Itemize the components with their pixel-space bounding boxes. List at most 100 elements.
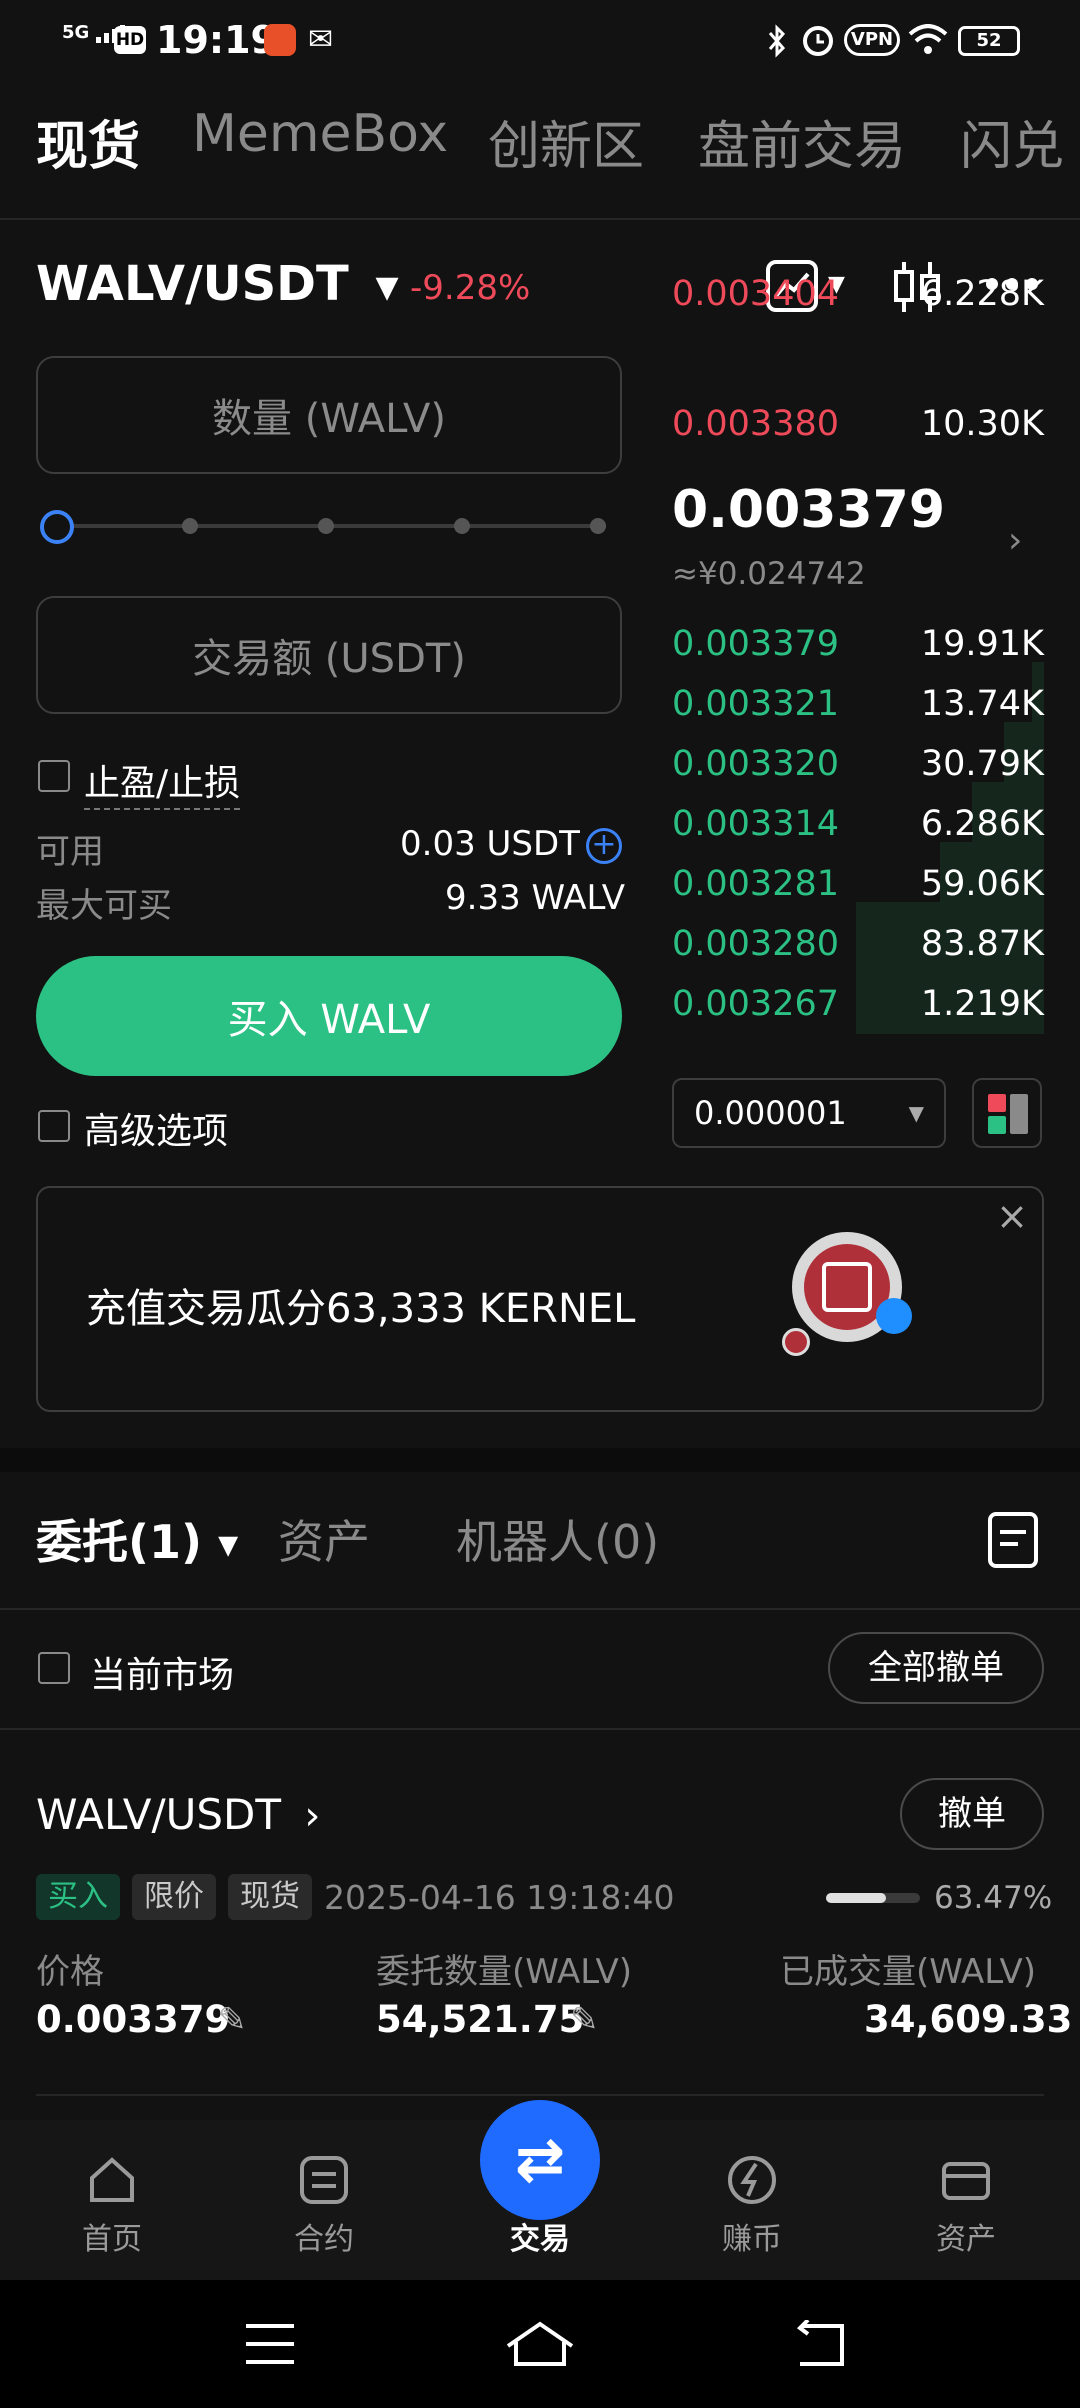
order-price-value: 0.003379 — [36, 1998, 231, 2041]
nav-earn[interactable]: 赚币 — [682, 2152, 822, 2258]
clock: 19:19 — [156, 18, 277, 62]
nav-home[interactable]: 首页 — [42, 2152, 182, 2258]
tab-assets[interactable]: 资产 — [278, 1506, 370, 1572]
tab-orders[interactable]: 委托(1) ▼ — [36, 1506, 238, 1572]
mail-notification-icon: ✉ — [308, 22, 334, 57]
bid-price: 0.003280 — [672, 924, 840, 964]
tab-orders-label: 委托(1) — [36, 1515, 203, 1569]
bid-qty: 1.219K — [920, 984, 1044, 1024]
bid-price: 0.003267 — [672, 984, 840, 1024]
ask-row[interactable]: 0.003380 10.30K — [672, 394, 1044, 454]
max-buy-label: 最大可买 — [36, 886, 172, 926]
ask-qty: 10.30K — [920, 404, 1044, 444]
bid-qty: 30.79K — [920, 744, 1044, 784]
slider-step-100[interactable] — [590, 518, 606, 534]
wifi-icon — [908, 24, 948, 54]
slider-step-25[interactable] — [182, 518, 198, 534]
order-pair-link[interactable]: WALV/USDT › — [36, 1790, 320, 1839]
edit-qty-icon[interactable]: ✎ — [570, 2000, 599, 2040]
hd-badge: HD — [114, 26, 146, 54]
tab-premarket[interactable]: 盘前交易 — [698, 104, 906, 179]
edit-price-icon[interactable]: ✎ — [218, 2000, 247, 2040]
cancel-order-button[interactable]: 撤单 — [900, 1778, 1044, 1850]
slider-step-50[interactable] — [318, 518, 334, 534]
alarm-icon — [803, 26, 833, 56]
bid-qty: 19.91K — [920, 624, 1044, 664]
nav-assets-label: 资产 — [936, 2222, 996, 2257]
bid-price: 0.003320 — [672, 744, 840, 784]
nav-futures[interactable]: 合约 — [254, 2152, 394, 2258]
tab-innovation[interactable]: 创新区 — [488, 104, 644, 179]
pair-selector[interactable]: WALV/USDT ▼ — [36, 256, 399, 312]
precision-select[interactable]: 0.000001 ▼ — [672, 1078, 946, 1148]
bid-row[interactable]: 0.003320 30.79K — [672, 734, 1044, 794]
max-buy-value: 9.33 WALV — [445, 878, 625, 918]
bid-row[interactable]: 0.003281 59.06K — [672, 854, 1044, 914]
bid-row[interactable]: 0.003321 13.74K — [672, 674, 1044, 734]
bid-price: 0.003314 — [672, 804, 840, 844]
layout-icon-gray — [1010, 1094, 1028, 1134]
tab-memebox[interactable]: MemeBox — [192, 104, 448, 164]
back-icon[interactable] — [792, 2320, 848, 2368]
tab-spot[interactable]: 现货 — [36, 104, 140, 179]
close-icon[interactable]: × — [996, 1194, 1028, 1238]
quantity-placeholder: 数量 (WALV) — [212, 396, 446, 442]
promo-banner[interactable]: 充值交易瓜分63,333 KERNEL × — [36, 1186, 1044, 1412]
available-value: 0.03 USDT — [400, 824, 580, 864]
status-bar: 5G HD 19:19 ✉ VPN 52 — [0, 0, 1080, 80]
tp-sl-label[interactable]: 止盈/止损 — [84, 754, 241, 810]
home-gesture-icon[interactable] — [504, 2320, 576, 2368]
tab-convert[interactable]: 闪兑 — [960, 104, 1064, 179]
nav-assets[interactable]: 资产 — [896, 2152, 1036, 2258]
chevron-right-icon[interactable]: › — [1008, 520, 1022, 561]
quantity-input[interactable]: 数量 (WALV) — [36, 356, 622, 474]
divider — [0, 1728, 1080, 1730]
nav-trade-label: 交易 — [510, 2222, 570, 2257]
qty-label: 委托数量(WALV) — [376, 1952, 633, 1992]
last-price[interactable]: 0.003379 — [672, 480, 945, 540]
ask-price: 0.003380 — [672, 404, 840, 444]
menu-icon[interactable] — [244, 2322, 296, 2366]
nav-earn-label: 赚币 — [722, 2222, 782, 2257]
slider-step-75[interactable] — [454, 518, 470, 534]
ask-row[interactable]: 0.003404 6.228K — [672, 264, 1044, 324]
kernel-mascot-image — [782, 1226, 912, 1358]
buy-button[interactable]: 买入 WALV — [36, 956, 622, 1076]
cancel-all-button[interactable]: 全部撤单 — [828, 1632, 1044, 1704]
order-qty-value: 54,521.75 — [376, 1998, 585, 2041]
layout-icon-red — [988, 1094, 1006, 1112]
layout-icon-green — [988, 1116, 1006, 1134]
nav-trade[interactable]: ⇄ 交易 — [470, 2100, 610, 2258]
amount-input[interactable]: 交易额 (USDT) — [36, 596, 622, 714]
precision-value: 0.000001 — [694, 1094, 847, 1132]
deposit-plus-icon[interactable]: + — [586, 828, 622, 864]
divider — [0, 1608, 1080, 1610]
chevron-down-icon: ▼ — [375, 269, 399, 305]
advanced-options-label[interactable]: 高级选项 — [84, 1102, 228, 1154]
bid-row[interactable]: 0.003314 6.286K — [672, 794, 1044, 854]
current-market-label[interactable]: 当前市场 — [90, 1646, 234, 1698]
amount-slider[interactable] — [36, 508, 616, 544]
order-time: 2025-04-16 19:18:40 — [324, 1878, 675, 1917]
current-market-checkbox[interactable] — [38, 1652, 70, 1684]
app-notification-icon — [264, 24, 296, 56]
order-side-badge: 买入 — [36, 1874, 120, 1920]
slider-handle[interactable] — [40, 510, 74, 544]
nav-home-label: 首页 — [82, 2222, 142, 2257]
tp-sl-checkbox[interactable] — [38, 760, 70, 792]
bid-row[interactable]: 0.003379 19.91K — [672, 614, 1044, 674]
buy-button-label: 买入 WALV — [227, 997, 431, 1043]
bid-row[interactable]: 0.003280 83.87K — [672, 914, 1044, 974]
bluetooth-icon — [768, 24, 786, 58]
price-label: 价格 — [36, 1952, 104, 1992]
system-nav-bar — [0, 2280, 1080, 2408]
tab-bots[interactable]: 机器人(0) — [456, 1506, 659, 1572]
orderbook-layout-button[interactable] — [972, 1078, 1042, 1148]
order-history-icon[interactable] — [986, 1510, 1040, 1570]
chevron-right-icon: › — [304, 1793, 321, 1839]
fill-progress-fill — [826, 1893, 886, 1903]
fill-progress-bar — [826, 1893, 920, 1903]
bid-row[interactable]: 0.003267 1.219K — [672, 974, 1044, 1034]
bid-qty: 83.87K — [920, 924, 1044, 964]
advanced-options-checkbox[interactable] — [38, 1110, 70, 1142]
